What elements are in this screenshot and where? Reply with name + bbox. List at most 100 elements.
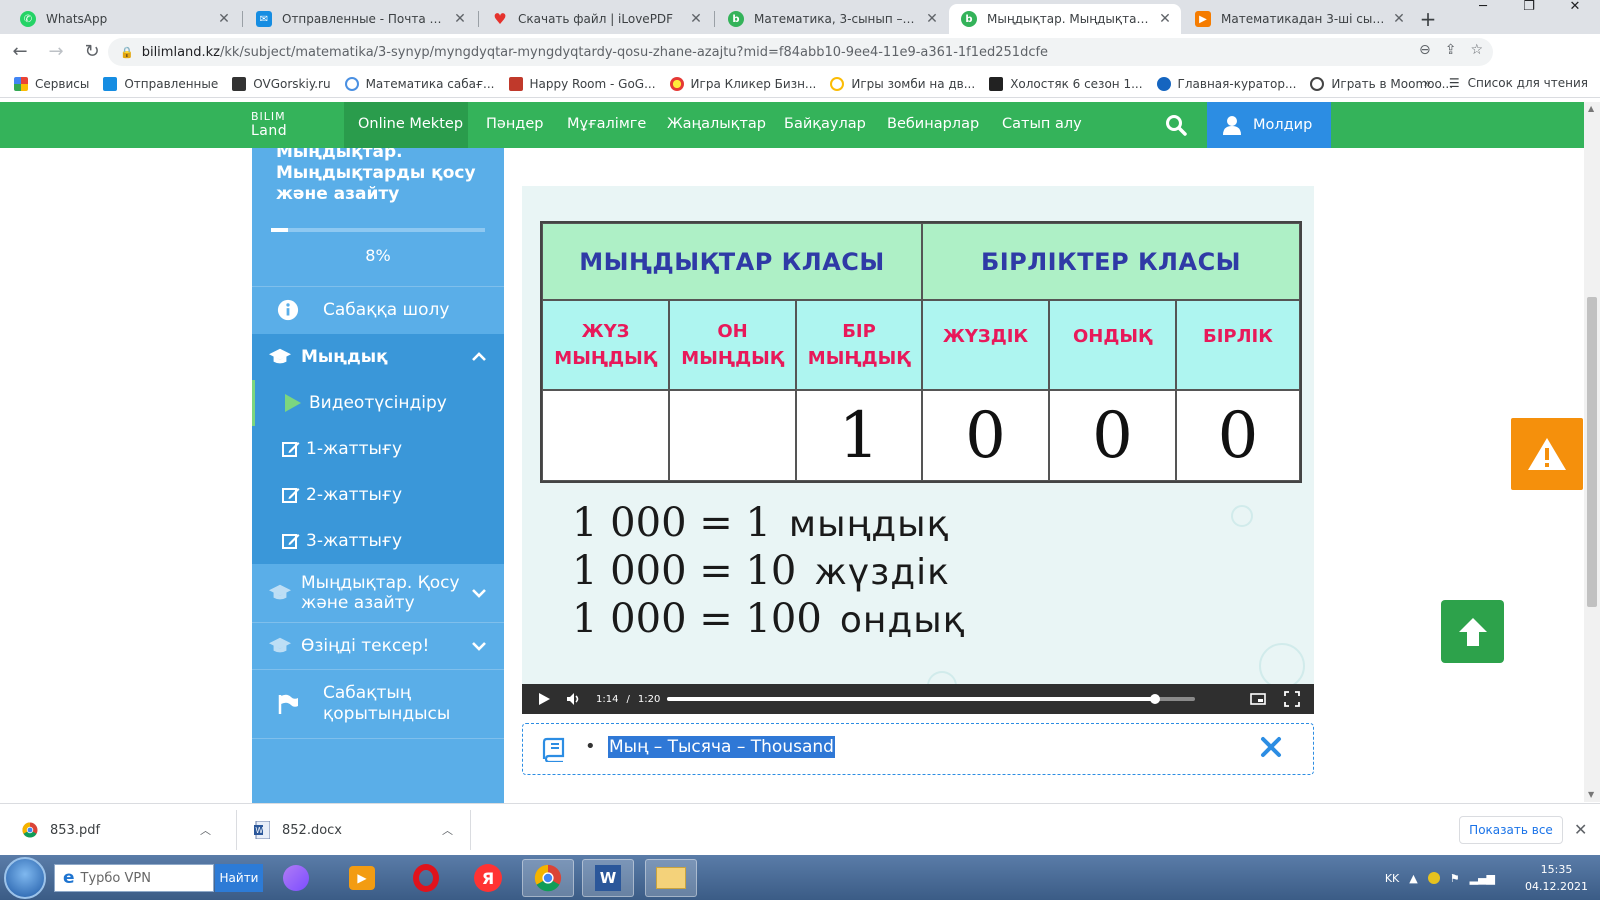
scroll-down-icon[interactable]: ▼: [1588, 790, 1594, 799]
close-icon[interactable]: ✕: [688, 11, 704, 27]
chevron-down-icon[interactable]: [472, 586, 486, 600]
taskbar-word[interactable]: W: [582, 859, 634, 897]
minimize-icon[interactable]: ─: [1472, 0, 1494, 14]
bookmark-clicker[interactable]: Игра Кликер Бизн...: [669, 76, 816, 91]
bookmark-curator[interactable]: Главная-куратор...: [1156, 76, 1296, 91]
download-item-docx[interactable]: W 852.docx ︿: [254, 804, 453, 856]
taskbar-media-player[interactable]: ▶: [336, 859, 388, 897]
sidebar-section-thousand[interactable]: Мыңдық: [252, 334, 504, 380]
word-icon: W: [595, 865, 621, 891]
close-icon[interactable]: ✕: [1157, 11, 1173, 27]
bookmark-zombie[interactable]: Игры зомби на дв...: [830, 76, 975, 91]
nav-contests[interactable]: Байқаулар: [784, 116, 866, 132]
sidebar-item-exercise-3[interactable]: 3-жаттығу: [252, 518, 504, 564]
globe-icon: [344, 76, 359, 91]
forward-arrow-icon[interactable]: →: [40, 36, 72, 68]
bookmark-sent-mail[interactable]: Отправленные: [103, 76, 218, 91]
flag-icon[interactable]: ⚑: [1450, 872, 1460, 885]
video-seek-bar[interactable]: [667, 694, 1195, 704]
taskbar-search-input[interactable]: e Турбо VPN: [54, 864, 214, 892]
fullscreen-icon[interactable]: [1284, 691, 1300, 707]
tab-title: Математика, 3-сынып – оқушы: [754, 12, 918, 26]
tab-mail[interactable]: ✉ Отправленные - Почта Mail.ru ✕: [244, 4, 476, 34]
taskbar-yandex[interactable]: Я: [462, 859, 514, 897]
play-icon: ▶: [1195, 11, 1211, 27]
close-window-icon[interactable]: ✕: [1564, 0, 1586, 14]
chevron-down-icon[interactable]: [472, 639, 486, 653]
play-icon[interactable]: [536, 691, 552, 707]
download-item-pdf[interactable]: 853.pdf ︿: [22, 804, 211, 856]
bookmark-star-icon[interactable]: ☆: [1470, 42, 1483, 58]
scrollbar-thumb[interactable]: [1587, 297, 1597, 607]
reading-list-button[interactable]: ☰ Список для чтения: [1449, 76, 1588, 90]
reload-icon[interactable]: ↻: [76, 36, 108, 68]
equation-word: мыңдық: [788, 504, 950, 545]
nav-webinars[interactable]: Вебинарлар: [887, 116, 979, 132]
volume-icon[interactable]: [566, 691, 582, 707]
chevron-up-icon[interactable]: ︿: [442, 822, 453, 838]
nav-buy[interactable]: Сатып алу: [1002, 116, 1082, 132]
zoom-icon[interactable]: ⊖: [1419, 42, 1431, 58]
close-icon[interactable]: ✕: [452, 11, 468, 27]
divider: [236, 810, 237, 850]
close-icon[interactable]: ✕: [1391, 11, 1407, 27]
taskbar-chrome[interactable]: [522, 859, 574, 897]
tab-whatsapp[interactable]: ✆ WhatsApp ✕: [8, 4, 240, 34]
chevron-up-icon[interactable]: [472, 350, 486, 364]
new-tab-button[interactable]: +: [1415, 6, 1441, 32]
user-profile-button[interactable]: Молдир: [1207, 102, 1331, 148]
scroll-to-top-button[interactable]: [1441, 600, 1504, 663]
scroll-up-icon[interactable]: ▲: [1588, 104, 1594, 113]
show-all-downloads-button[interactable]: Показать все: [1459, 816, 1563, 844]
start-button[interactable]: [4, 857, 46, 899]
sidebar-section-add-subtract[interactable]: Мыңдықтар. Қосу және азайту: [252, 564, 504, 622]
tab-bilimland-lesson[interactable]: b Мыңдықтар. Мыңдықтарды қо ✕: [949, 4, 1181, 34]
sidebar-section-self-check[interactable]: Өзіңді тексер!: [252, 623, 504, 669]
language-indicator[interactable]: KK: [1385, 872, 1399, 885]
taskbar-alice-app[interactable]: [270, 859, 322, 897]
video-seek-handle[interactable]: [1150, 694, 1161, 704]
signal-icon[interactable]: ▂▄▆: [1470, 872, 1495, 885]
nav-online-mektep[interactable]: Online Mektep: [358, 116, 463, 132]
tab-presentation[interactable]: ▶ Математикадан 3-ші сыныпқа ✕: [1183, 4, 1415, 34]
clock[interactable]: 15:35 04.12.2021: [1525, 861, 1588, 895]
sidebar-item-conclusion[interactable]: Сабақтың қорытындысы: [252, 670, 504, 738]
bookmark-services[interactable]: Сервисы: [14, 76, 89, 91]
nav-teachers[interactable]: Мұғалімге: [567, 116, 646, 132]
sidebar-item-exercise-2[interactable]: 2-жаттығу: [252, 472, 504, 518]
graduation-cap-icon: [268, 634, 292, 658]
restore-icon[interactable]: ❐: [1518, 0, 1540, 14]
bookmark-happy-room[interactable]: Happy Room - GoG...: [508, 76, 656, 91]
network-status-icon[interactable]: [1427, 872, 1440, 884]
sidebar-item-video[interactable]: Видеотүсіндіру: [252, 380, 504, 426]
search-icon[interactable]: [1165, 114, 1187, 136]
taskbar-explorer[interactable]: [645, 859, 697, 897]
tab-ilovepdf[interactable]: ♥ Скачать файл | iLovePDF ✕: [480, 4, 712, 34]
taskbar-find-button[interactable]: Найти: [215, 864, 263, 892]
url-field[interactable]: 🔒 bilimland.kz /kk/subject/matematika/3-…: [108, 38, 1493, 66]
report-issue-button[interactable]: [1511, 418, 1583, 490]
mail-icon: [103, 76, 118, 91]
chevron-up-icon[interactable]: ︿: [200, 822, 211, 838]
close-icon[interactable]: ✕: [216, 11, 232, 27]
bilimland-logo[interactable]: BILIM Land: [251, 110, 321, 142]
sidebar-item-exercise-1[interactable]: 1-жаттығу: [252, 426, 504, 472]
close-icon[interactable]: ✕: [924, 11, 940, 27]
back-arrow-icon[interactable]: ←: [4, 36, 36, 68]
close-icon[interactable]: [1258, 734, 1284, 760]
nav-news[interactable]: Жаңалықтар: [667, 116, 766, 132]
bookmark-ovgorskiy[interactable]: OVGorskiy.ru: [232, 76, 331, 91]
taskbar-opera[interactable]: [400, 859, 452, 897]
reading-list-label: Список для чтения: [1467, 76, 1588, 90]
bookmark-math-lesson[interactable]: Математика сабағ...: [344, 76, 495, 91]
more-bookmarks-button[interactable]: »: [1424, 76, 1431, 90]
share-icon[interactable]: ⇪: [1445, 42, 1457, 58]
bookmark-bachelor[interactable]: Холостяк 6 сезон 1...: [989, 76, 1143, 91]
page-scrollbar[interactable]: ▲ ▼: [1584, 102, 1600, 802]
tab-bilimland-subject[interactable]: b Математика, 3-сынып – оқушы ✕: [716, 4, 948, 34]
nav-subjects[interactable]: Пәндер: [486, 116, 543, 132]
tray-expand-icon[interactable]: ▲: [1409, 872, 1417, 885]
sidebar-item-overview[interactable]: Сабаққа шолу: [252, 287, 504, 333]
close-icon[interactable]: ✕: [1574, 820, 1587, 839]
picture-in-picture-icon[interactable]: [1250, 691, 1266, 707]
